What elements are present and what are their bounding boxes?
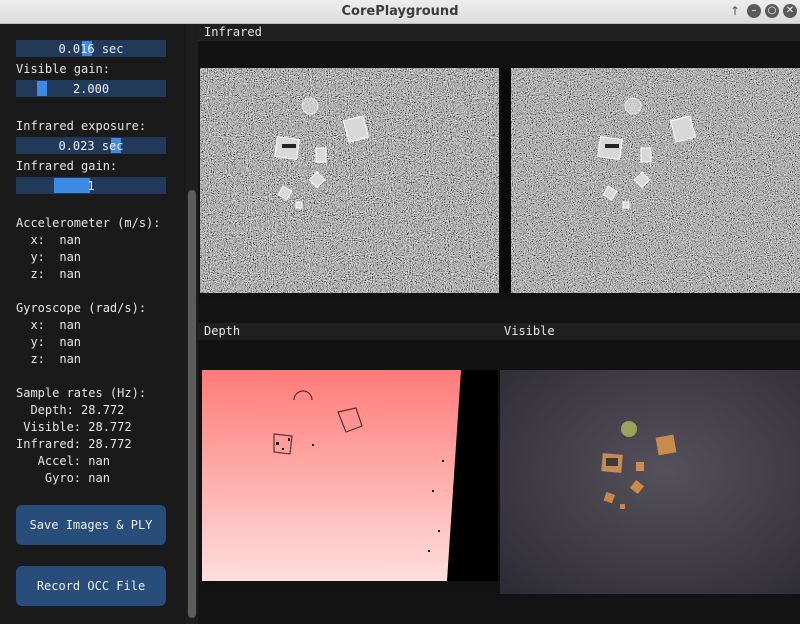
accelerometer-x: x: nan (16, 233, 82, 247)
sidebar-scrollbar-thumb[interactable] (188, 190, 196, 618)
minimize-icon[interactable]: – (747, 4, 761, 18)
infrared-exposure-slider[interactable]: 0.023 sec (16, 137, 166, 154)
infrared-right-svg (501, 68, 800, 293)
sample-rate-accel: Accel: nan (16, 454, 110, 468)
infrared-view-header: Infrared (198, 24, 800, 41)
visible-exposure-value: 0.016 sec (58, 42, 124, 56)
sample-rates-label: Sample rates (Hz): (16, 386, 147, 400)
visible-exposure-slider[interactable]: 0.016 sec (16, 40, 166, 57)
sample-rate-gyro: Gyro: nan (16, 471, 110, 485)
infrared-gain-value: 1 (87, 179, 95, 193)
save-images-ply-button[interactable]: Save Images & PLY (16, 505, 166, 545)
maximize-icon[interactable]: ○ (765, 4, 779, 18)
gyroscope-z: z: nan (16, 352, 82, 366)
sample-rate-infrared: Infrared: 28.772 (16, 437, 132, 451)
accelerometer-y: y: nan (16, 250, 82, 264)
infrared-left-svg (200, 68, 499, 293)
record-occ-file-button[interactable]: Record OCC File (16, 566, 166, 606)
visible-svg (500, 370, 800, 594)
infrared-gain-label: Infrared gain: (16, 159, 118, 173)
visible-gain-label: Visible gain: (16, 62, 110, 76)
window-title: CorePlayground (341, 4, 459, 19)
depth-view-header: Depth (198, 323, 498, 340)
depth-svg (202, 370, 461, 581)
accelerometer-label: Accelerometer (m/s): (16, 216, 161, 230)
infrared-right-image (501, 68, 800, 293)
visible-view-header: Visible (498, 323, 800, 340)
visible-image (500, 370, 800, 594)
depth-image (202, 370, 498, 581)
infrared-exposure-value: 0.023 sec (58, 139, 124, 153)
infrared-left-image (200, 68, 499, 293)
accelerometer-z: z: nan (16, 267, 82, 281)
gyroscope-x: x: nan (16, 318, 82, 332)
visible-gain-value: 2.000 (72, 82, 110, 96)
pin-up-icon[interactable]: ↑ (728, 4, 742, 18)
gyroscope-label: Gyroscope (rad/s): (16, 301, 147, 315)
infrared-gain-slider[interactable]: 1 (16, 177, 166, 194)
sample-rate-depth: Depth: 28.772 (16, 403, 125, 417)
window-titlebar: CorePlayground ↑ – ○ ✕ (0, 0, 800, 24)
infrared-exposure-label: Infrared exposure: (16, 119, 147, 133)
sample-rate-visible: Visible: 28.772 (16, 420, 132, 434)
visible-gain-slider[interactable]: 2.000 (16, 80, 166, 97)
close-icon[interactable]: ✕ (783, 4, 797, 18)
gyroscope-y: y: nan (16, 335, 82, 349)
